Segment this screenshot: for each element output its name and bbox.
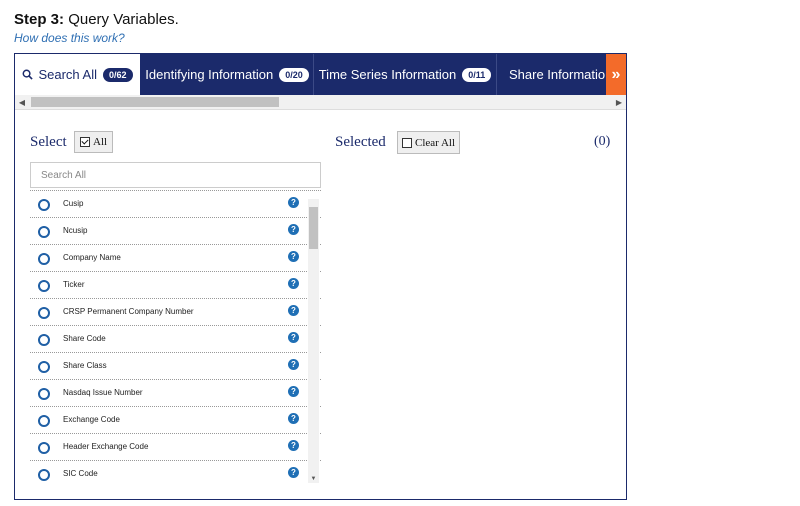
radio-button[interactable] bbox=[38, 307, 50, 319]
radio-button[interactable] bbox=[38, 226, 50, 238]
vertical-scrollbar[interactable]: ▼ bbox=[308, 199, 319, 483]
tab-label: Identifying Information bbox=[145, 67, 274, 82]
radio-button[interactable] bbox=[38, 469, 50, 481]
tab-count-badge: 0/20 bbox=[279, 67, 309, 82]
clear-all-label: Clear All bbox=[415, 136, 456, 149]
query-variables-panel: Search All 0/62 Identifying Information … bbox=[14, 53, 627, 500]
radio-button[interactable] bbox=[38, 253, 50, 265]
list-item[interactable]: Header Exchange Code? bbox=[30, 434, 321, 461]
help-icon[interactable]: ? bbox=[288, 359, 299, 370]
vertical-scroll-thumb[interactable] bbox=[309, 207, 318, 249]
select-all-label: All bbox=[93, 136, 108, 148]
list-item[interactable]: CRSP Permanent Company Number? bbox=[30, 299, 321, 326]
help-icon[interactable]: ? bbox=[288, 224, 299, 235]
variable-label: CRSP Permanent Company Number bbox=[63, 307, 194, 316]
select-label: Select bbox=[30, 134, 67, 150]
selected-count: (0) bbox=[594, 134, 611, 149]
list-item[interactable]: Share Code? bbox=[30, 326, 321, 353]
scroll-right-arrow-icon[interactable]: ▶ bbox=[612, 95, 626, 109]
radio-button[interactable] bbox=[38, 442, 50, 454]
list-item[interactable]: Company Name? bbox=[30, 245, 321, 272]
help-icon[interactable]: ? bbox=[288, 251, 299, 262]
scroll-left-arrow-icon[interactable]: ◀ bbox=[15, 95, 29, 109]
radio-button[interactable] bbox=[38, 334, 50, 346]
tab-identifying-information[interactable]: Identifying Information 0/20 bbox=[141, 54, 314, 95]
double-chevron-right-icon: » bbox=[611, 65, 621, 83]
radio-button[interactable] bbox=[38, 280, 50, 292]
checked-checkbox-icon bbox=[80, 137, 90, 147]
help-icon[interactable]: ? bbox=[288, 332, 299, 343]
tab-count-badge: 0/62 bbox=[103, 67, 133, 82]
list-item[interactable]: SIC Code? bbox=[30, 461, 321, 487]
scroll-down-arrow-icon[interactable]: ▼ bbox=[308, 475, 319, 483]
search-input[interactable] bbox=[30, 162, 321, 188]
variable-label: Cusip bbox=[63, 199, 84, 208]
more-tabs-button[interactable]: » bbox=[606, 54, 626, 95]
tab-label: Share Information bbox=[509, 67, 613, 82]
tab-label: Time Series Information bbox=[318, 67, 457, 82]
tab-label: Search All bbox=[38, 67, 97, 82]
selected-label: Selected bbox=[335, 134, 386, 150]
variable-label: Share Code bbox=[63, 334, 106, 343]
list-item[interactable]: Exchange Code? bbox=[30, 407, 321, 434]
tab-share-information[interactable]: Share Information bbox=[497, 54, 612, 95]
step-prefix: Step 3: bbox=[14, 11, 65, 28]
radio-button[interactable] bbox=[38, 388, 50, 400]
horizontal-scrollbar[interactable]: ◀ ▶ bbox=[15, 95, 626, 110]
tab-time-series-information[interactable]: Time Series Information 0/11 bbox=[314, 54, 497, 95]
tab-count-badge: 0/11 bbox=[462, 67, 492, 82]
radio-button[interactable] bbox=[38, 361, 50, 373]
list-item[interactable]: Ticker? bbox=[30, 272, 321, 299]
variable-list: Cusip? Ncusip? Company Name? Ticker? CRS… bbox=[30, 190, 321, 487]
variable-label: Nasdaq Issue Number bbox=[63, 388, 143, 397]
variable-label: Company Name bbox=[63, 253, 121, 262]
help-icon[interactable]: ? bbox=[288, 305, 299, 316]
variable-label: Ticker bbox=[63, 280, 85, 289]
step-title: Step 3: Query Variables. bbox=[14, 11, 179, 28]
select-all-button[interactable]: All bbox=[74, 131, 114, 153]
help-icon[interactable]: ? bbox=[288, 440, 299, 451]
variable-label: SIC Code bbox=[63, 469, 98, 478]
help-icon[interactable]: ? bbox=[288, 386, 299, 397]
variable-label: Ncusip bbox=[63, 226, 88, 235]
tab-search-all[interactable]: Search All 0/62 bbox=[15, 54, 141, 95]
radio-button[interactable] bbox=[38, 199, 50, 211]
list-item[interactable]: Ncusip? bbox=[30, 218, 321, 245]
variable-label: Exchange Code bbox=[63, 415, 120, 424]
step-text: Query Variables. bbox=[68, 11, 179, 28]
variable-label: Share Class bbox=[63, 361, 107, 370]
list-item[interactable]: Nasdaq Issue Number? bbox=[30, 380, 321, 407]
help-icon[interactable]: ? bbox=[288, 413, 299, 424]
help-icon[interactable]: ? bbox=[288, 278, 299, 289]
variable-label: Header Exchange Code bbox=[63, 442, 149, 451]
list-item[interactable]: Share Class? bbox=[30, 353, 321, 380]
horizontal-scroll-thumb[interactable] bbox=[31, 97, 279, 107]
list-item[interactable]: Cusip? bbox=[30, 191, 321, 218]
help-icon[interactable]: ? bbox=[288, 467, 299, 478]
help-link[interactable]: How does this work? bbox=[14, 31, 125, 45]
radio-button[interactable] bbox=[38, 415, 50, 427]
clear-all-button[interactable]: Clear All bbox=[397, 131, 461, 154]
empty-checkbox-icon bbox=[402, 137, 412, 148]
search-icon bbox=[22, 69, 34, 80]
tab-bar: Search All 0/62 Identifying Information … bbox=[15, 54, 626, 95]
help-icon[interactable]: ? bbox=[288, 197, 299, 208]
